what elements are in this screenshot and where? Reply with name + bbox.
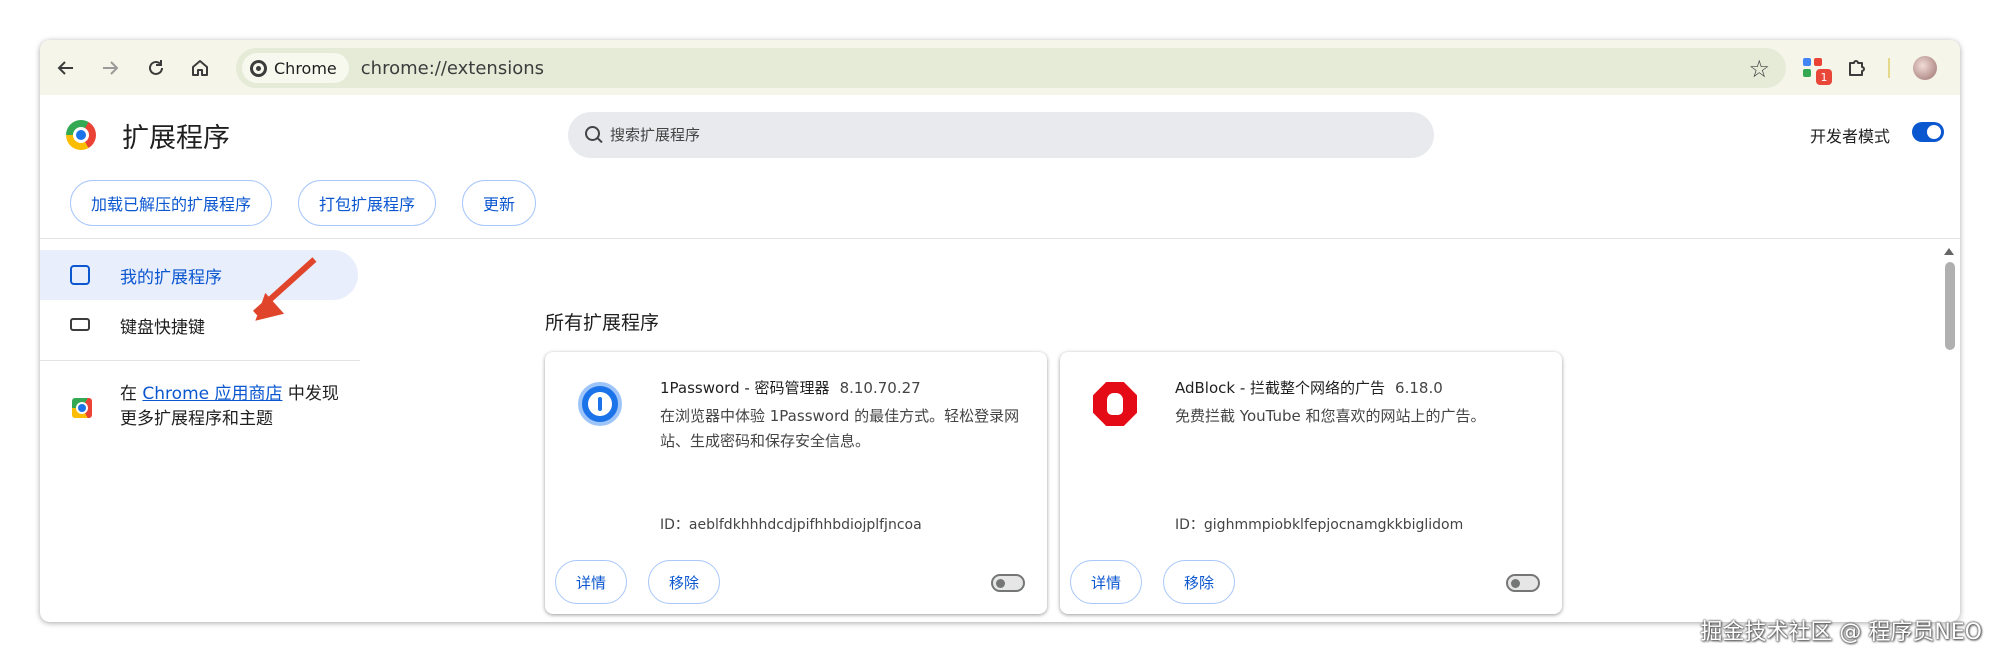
sidebar-item-keyboard-shortcuts[interactable]: 键盘快捷键 bbox=[40, 300, 358, 350]
extension-name: AdBlock - 拦截整个网络的广告 6.18.0 bbox=[1175, 377, 1443, 398]
search-icon bbox=[584, 125, 604, 145]
extension-description: 在浏览器中体验 1Password 的最佳方式。轻松登录网站、生成密码和保存安全… bbox=[660, 407, 1020, 450]
puzzle-icon bbox=[1849, 60, 1865, 76]
sidebar-divider bbox=[40, 360, 360, 361]
chrome-icon bbox=[250, 59, 267, 77]
update-button[interactable]: 更新 bbox=[462, 180, 537, 226]
dev-mode-label: 开发者模式 bbox=[1810, 127, 1891, 146]
search-input[interactable] bbox=[610, 126, 1390, 144]
toolbar-separator bbox=[1888, 58, 1890, 78]
extension-badge: 1 bbox=[1816, 69, 1832, 85]
site-chip[interactable]: Chrome bbox=[242, 53, 349, 83]
extensions-menu-button[interactable] bbox=[1840, 51, 1874, 85]
adblock-icon bbox=[1093, 382, 1137, 426]
profile-button[interactable] bbox=[1908, 51, 1942, 85]
keyboard-icon bbox=[70, 318, 90, 331]
extension-title: 1Password - 密码管理器 bbox=[660, 379, 830, 397]
reload-icon bbox=[149, 60, 163, 75]
extension-card: 1Password - 密码管理器 8.10.70.27 在浏览器中体验 1Pas… bbox=[545, 352, 1047, 614]
details-button[interactable]: 详情 bbox=[555, 560, 628, 604]
enable-toggle[interactable] bbox=[991, 574, 1025, 592]
forward-button[interactable] bbox=[93, 51, 127, 85]
arrow-right-icon bbox=[103, 61, 119, 75]
extension-id: ID：gighmmpiobklfepjocnamgkkbiglidom bbox=[1175, 517, 1464, 533]
extension-name: 1Password - 密码管理器 8.10.70.27 bbox=[660, 377, 921, 398]
url-text[interactable]: chrome://extensions bbox=[361, 58, 544, 79]
extension-card: AdBlock - 拦截整个网络的广告 6.18.0 免费拦截 YouTube 和… bbox=[1060, 352, 1562, 614]
web-store-icon bbox=[72, 398, 92, 418]
reload-button[interactable] bbox=[139, 51, 173, 85]
extension-id: ID：aeblfdkhhhdcdjpifhhbdiojplfjncoa bbox=[660, 517, 922, 533]
browser-window: Chrome chrome://extensions ☆ 1 扩展程序 搜索扩展… bbox=[40, 40, 1960, 622]
sidebar-item-label: 键盘快捷键 bbox=[120, 317, 205, 338]
section-title: 所有扩展程序 bbox=[545, 312, 660, 334]
chrome-logo-icon bbox=[66, 120, 96, 150]
extension-version: 8.10.70.27 bbox=[839, 379, 921, 397]
puzzle-icon bbox=[70, 265, 90, 285]
page-title: 扩展程序 bbox=[122, 123, 230, 154]
address-bar[interactable]: Chrome chrome://extensions ☆ bbox=[236, 48, 1786, 88]
scroll-up-arrow[interactable] bbox=[1944, 248, 1954, 255]
arrow-left-icon bbox=[57, 61, 73, 75]
enable-toggle[interactable] bbox=[1506, 574, 1540, 592]
scrollbar-thumb[interactable] bbox=[1945, 262, 1955, 350]
remove-button[interactable]: 移除 bbox=[1163, 560, 1236, 604]
extension-title: AdBlock - 拦截整个网络的广告 bbox=[1175, 379, 1386, 397]
dev-mode-toggle[interactable] bbox=[1912, 122, 1944, 142]
remove-button[interactable]: 移除 bbox=[648, 560, 721, 604]
browser-toolbar: Chrome chrome://extensions ☆ 1 bbox=[40, 40, 1960, 95]
star-icon[interactable]: ☆ bbox=[1748, 55, 1770, 83]
web-store-link[interactable]: Chrome 应用商店 bbox=[142, 384, 282, 404]
site-chip-label: Chrome bbox=[274, 58, 337, 78]
search-box[interactable] bbox=[568, 112, 1434, 158]
extension-version: 6.18.0 bbox=[1395, 379, 1443, 397]
load-unpacked-button[interactable]: 加载已解压的扩展程序 bbox=[70, 180, 273, 226]
header-divider bbox=[40, 238, 1960, 239]
web-store-promo: 在 Chrome 应用商店 中发现更多扩展程序和主题 bbox=[120, 382, 340, 432]
extension-description: 免费拦截 YouTube 和您喜欢的网站上的广告。 bbox=[1175, 407, 1486, 425]
pack-extension-button[interactable]: 打包扩展程序 bbox=[298, 180, 437, 226]
home-icon bbox=[192, 60, 208, 76]
extension-app-button[interactable]: 1 bbox=[1796, 51, 1832, 85]
hand-icon bbox=[1107, 393, 1123, 415]
menu-button[interactable] bbox=[1954, 51, 1960, 85]
watermark: 掘金技术社区 @ 程序员NEO bbox=[1700, 620, 1982, 645]
store-prefix: 在 bbox=[120, 384, 143, 404]
avatar bbox=[1913, 56, 1937, 80]
home-button[interactable] bbox=[183, 51, 217, 85]
sidebar-item-label: 我的扩展程序 bbox=[120, 267, 222, 288]
back-button[interactable] bbox=[49, 51, 83, 85]
onepassword-icon bbox=[578, 382, 622, 426]
details-button[interactable]: 详情 bbox=[1070, 560, 1143, 604]
